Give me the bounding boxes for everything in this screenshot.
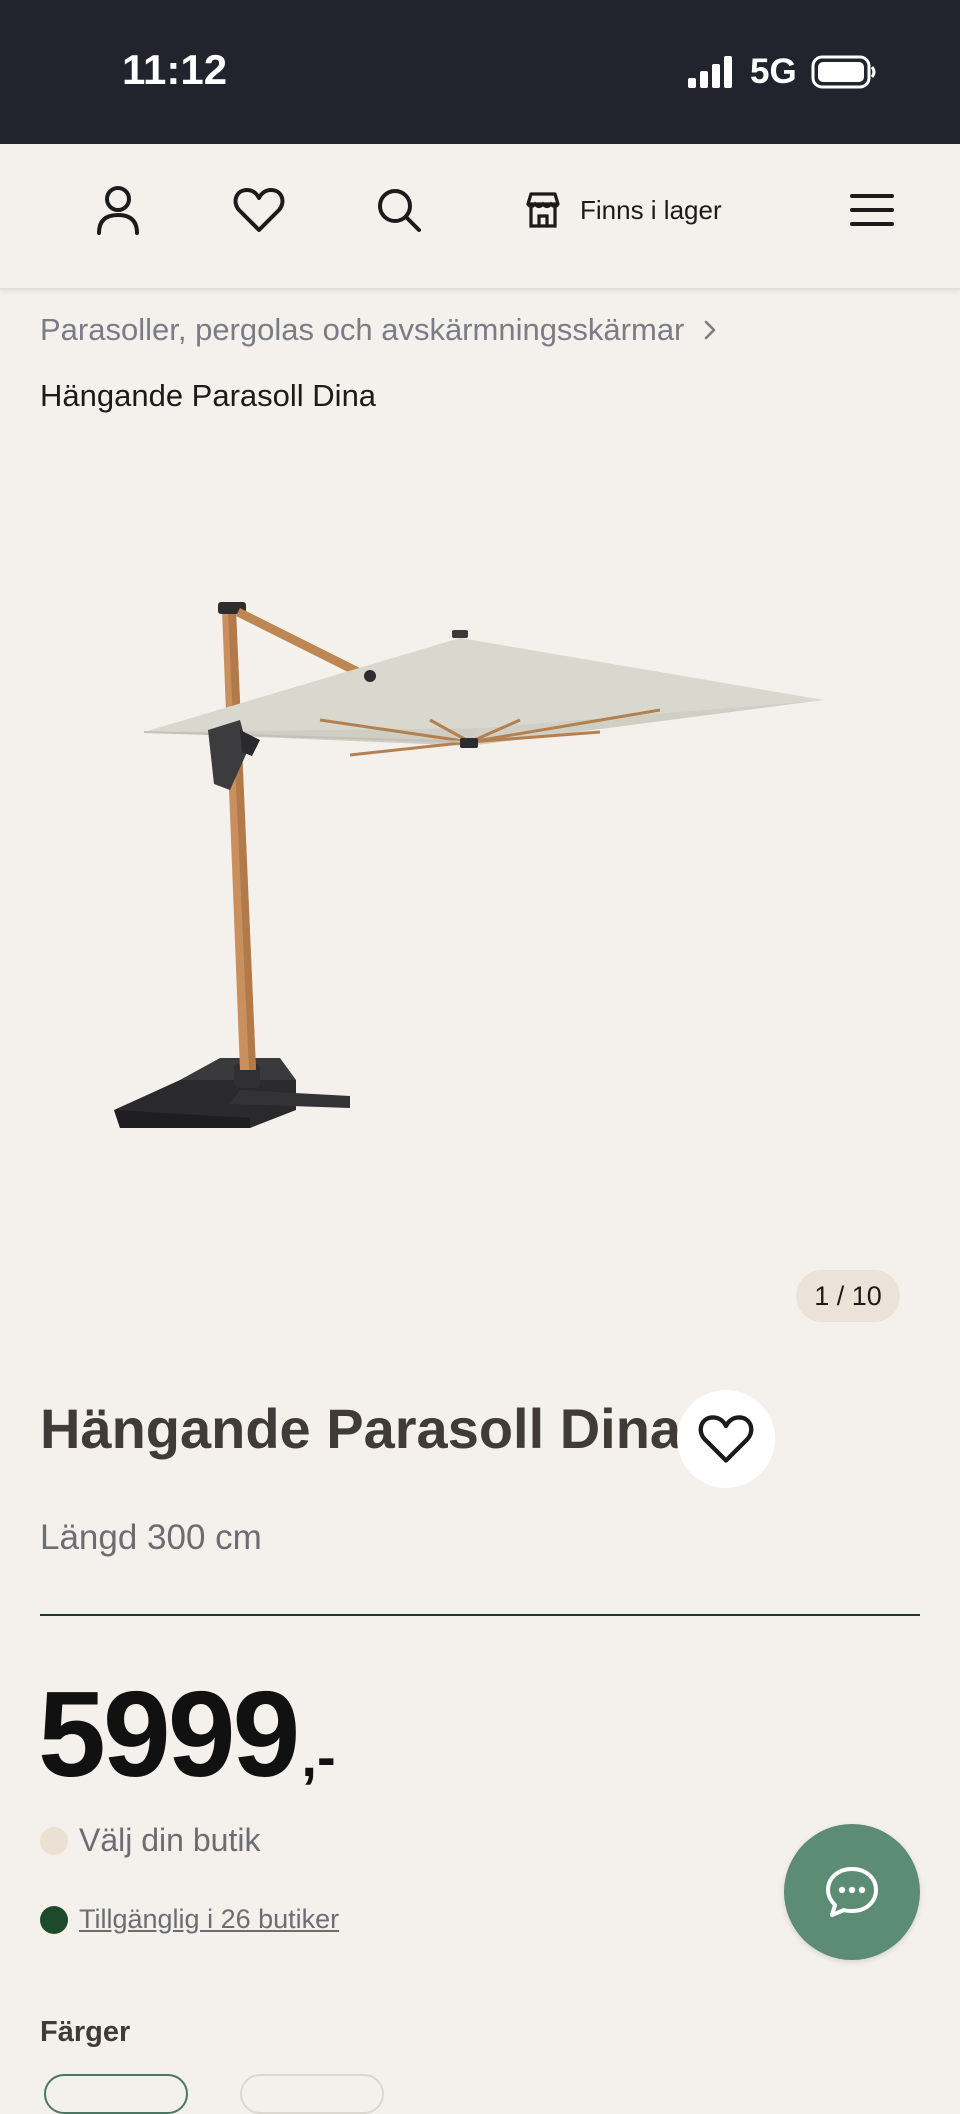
signal-icon: [688, 56, 732, 88]
image-counter: 1 / 10: [796, 1270, 900, 1322]
status-time: 11:12: [122, 46, 228, 93]
colors-heading: Färger: [40, 2016, 131, 2048]
heart-icon: [698, 1415, 754, 1463]
add-to-favorites-button[interactable]: [677, 1390, 775, 1488]
search-icon: [378, 189, 421, 232]
menu-button[interactable]: [842, 180, 902, 240]
breadcrumb: Parasoller, pergolas och avskärmningsskä…: [40, 312, 718, 348]
status-bar: 11:12 5G: [0, 0, 960, 144]
network-label: 5G: [750, 52, 797, 91]
store-icon: [526, 192, 560, 228]
price-suffix: ,-: [301, 1725, 336, 1788]
chevron-right-icon: [705, 320, 716, 340]
in-stock-dot: [40, 1905, 68, 1934]
breadcrumb-current: Hängande Parasoll Dina: [40, 378, 377, 413]
select-store-button[interactable]: Välj din butik: [40, 1822, 260, 1859]
price: 5999 ,-: [38, 1664, 336, 1804]
store-status-dot: [40, 1826, 68, 1855]
availability-label: Tillgänglig i 26 butiker: [79, 1904, 340, 1934]
divider: [40, 1614, 920, 1616]
store-stock-label: Finns i lager: [580, 194, 722, 225]
heart-icon: [233, 188, 285, 232]
color-swatch[interactable]: [240, 2074, 384, 2114]
product-title: Hängande Parasoll Dina: [40, 1397, 682, 1460]
product-length: Längd 300 cm: [40, 1518, 262, 1557]
status-indicators: 5G: [686, 52, 877, 92]
battery-icon: [811, 55, 876, 89]
search-button[interactable]: [369, 180, 429, 240]
store-stock-button[interactable]: Finns i lager: [524, 184, 722, 236]
account-button[interactable]: [88, 180, 148, 240]
select-store-label: Välj din butik: [79, 1822, 261, 1858]
breadcrumb-parent-link[interactable]: Parasoller, pergolas och avskärmningsskä…: [40, 312, 684, 348]
color-swatch[interactable]: [44, 2074, 188, 2114]
product-image[interactable]: [100, 580, 840, 1160]
chat-button[interactable]: [784, 1824, 920, 1960]
top-navbar: Finns i lager: [0, 144, 960, 290]
hamburger-menu-icon: [850, 194, 894, 226]
chat-bubble-icon: [826, 1867, 878, 1917]
availability-link[interactable]: Tillgänglig i 26 butiker: [40, 1904, 339, 1935]
price-value: 5999: [38, 1666, 300, 1802]
favorites-button[interactable]: [229, 180, 289, 240]
user-icon: [97, 186, 139, 235]
